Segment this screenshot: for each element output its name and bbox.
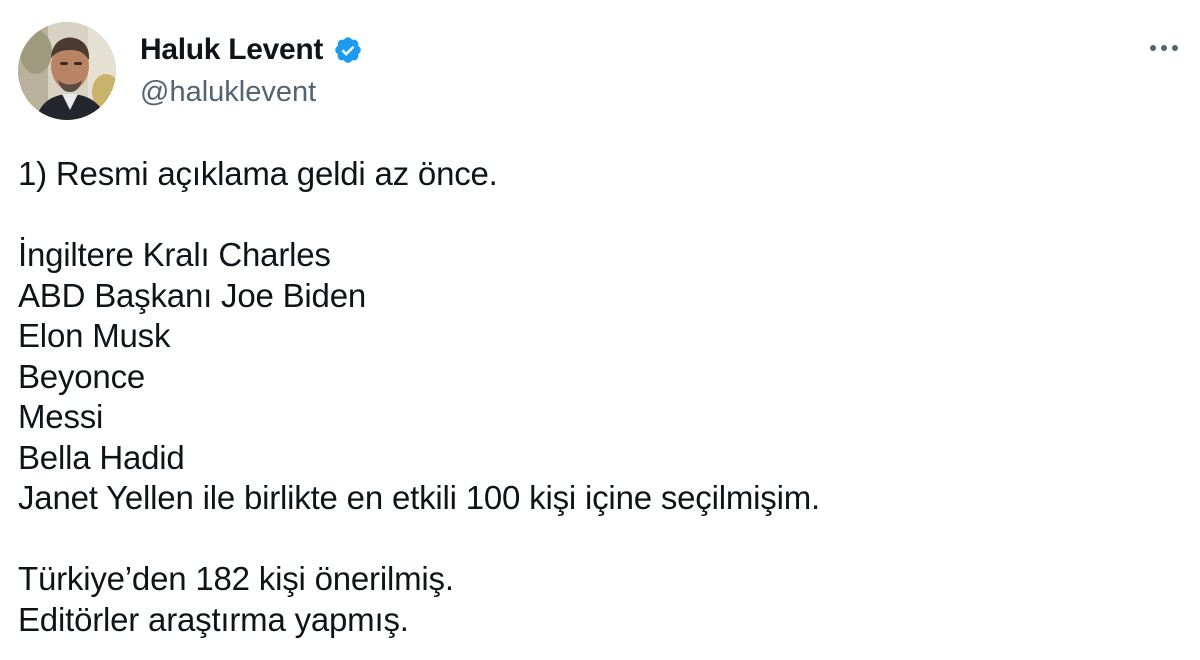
tweet-line: Editörler araştırma yapmış. bbox=[18, 600, 409, 638]
verified-badge-icon bbox=[333, 35, 363, 65]
tweet-line: Beyonce bbox=[18, 357, 146, 395]
avatar[interactable] bbox=[18, 22, 116, 120]
tweet-line: ABD Başkanı Joe Biden bbox=[18, 276, 367, 314]
tweet-line: Messi bbox=[18, 398, 104, 435]
tweet-line: Türkiye’den 182 kişi önerilmiş. bbox=[18, 560, 454, 597]
tweet-text: 1) Resmi açıklama geldi az önce. İngilte… bbox=[18, 154, 1178, 640]
display-name-row: Haluk Levent bbox=[140, 30, 363, 70]
tweet-line: Elon Musk bbox=[18, 317, 171, 354]
tweet-line: Bella Hadid bbox=[18, 438, 185, 476]
tweet-line: İngiltere Kralı Charles bbox=[18, 236, 331, 273]
avatar-image bbox=[18, 22, 116, 120]
tweet-line: 1) Resmi açıklama geldi az önce. bbox=[18, 155, 498, 192]
more-options-button[interactable] bbox=[1146, 36, 1182, 60]
author-display-name[interactable]: Haluk Levent bbox=[140, 33, 323, 67]
tweet-header: Haluk Levent @haluklevent bbox=[18, 22, 1182, 122]
more-horizontal-icon bbox=[1150, 45, 1178, 51]
tweet-line: Janet Yellen ile birlikte en etkili 100 … bbox=[18, 479, 820, 516]
tweet-card: Haluk Levent @haluklevent 1) Resmi açıkl… bbox=[0, 0, 1200, 660]
author-names: Haluk Levent @haluklevent bbox=[140, 30, 363, 109]
author-handle[interactable]: @haluklevent bbox=[140, 76, 363, 109]
